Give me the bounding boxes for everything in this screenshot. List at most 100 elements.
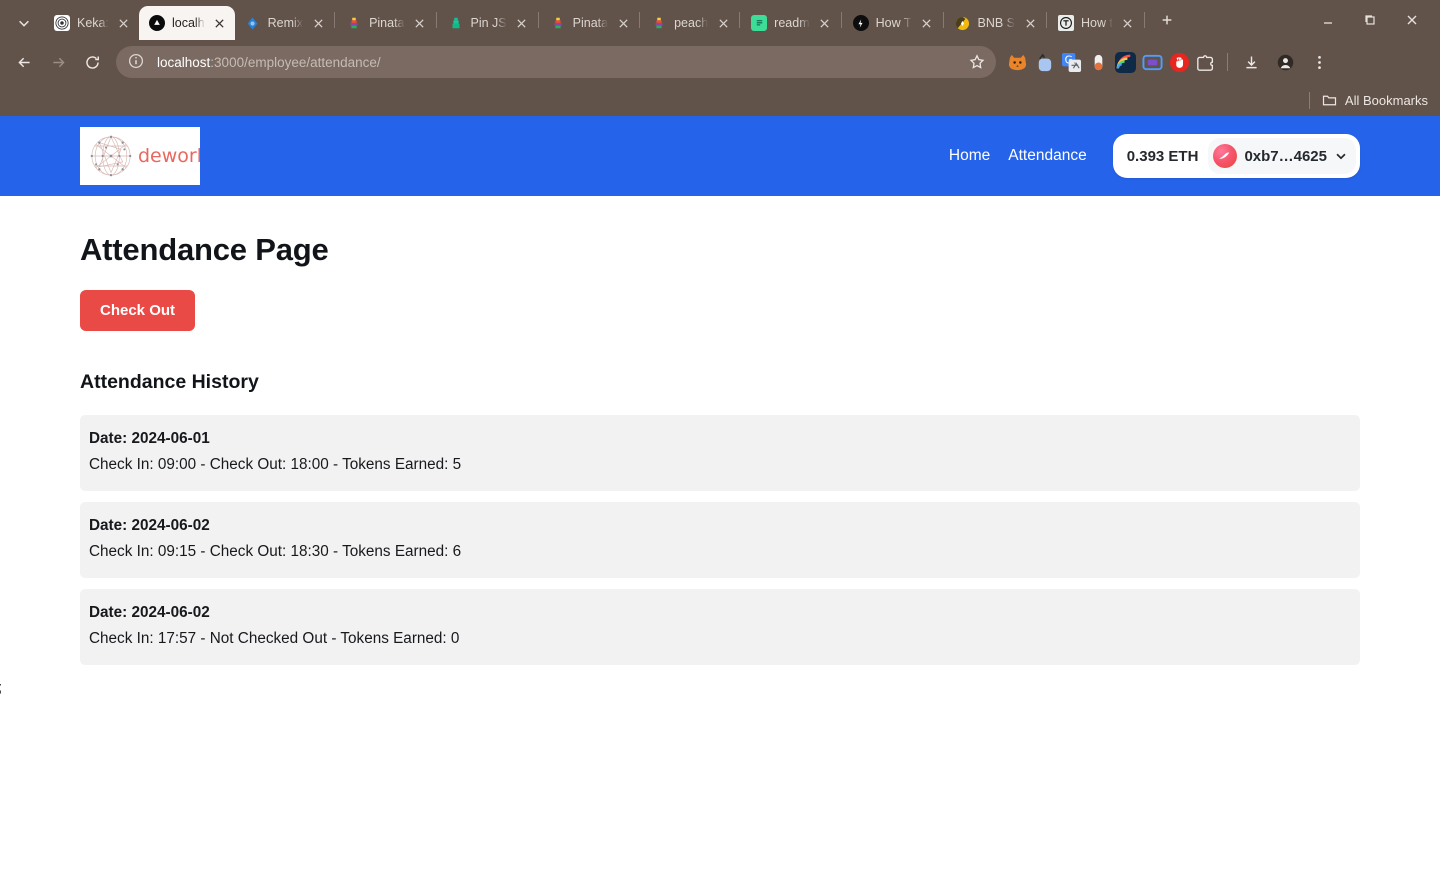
close-icon[interactable] xyxy=(209,12,231,34)
close-icon[interactable] xyxy=(612,12,634,34)
close-icon[interactable] xyxy=(113,12,135,34)
tab-title: localh xyxy=(171,16,205,30)
puzzle-extensions-icon[interactable] xyxy=(1195,51,1217,73)
tab-title: How T xyxy=(875,16,912,30)
wallet-address: 0xb7…4625 xyxy=(1244,147,1327,165)
close-icon[interactable] xyxy=(712,12,734,34)
stray-text: ; xyxy=(0,679,1440,696)
tab-divider xyxy=(435,12,437,28)
pinata-icon xyxy=(346,15,363,31)
record-detail: Check In: 17:57 - Not Checked Out - Toke… xyxy=(89,629,460,647)
nav-link-home[interactable]: Home xyxy=(949,147,990,165)
fox-extension-icon[interactable] xyxy=(1006,51,1028,73)
rainbow-wallet-icon[interactable] xyxy=(1114,51,1136,73)
tab-title: Pin JS xyxy=(470,16,507,30)
metamask-extension-icon[interactable] xyxy=(1033,51,1055,73)
browser-tab[interactable]: Remix xyxy=(235,6,333,40)
close-icon[interactable] xyxy=(1117,12,1139,34)
window-controls xyxy=(1308,3,1440,37)
browser-tab[interactable]: How t xyxy=(1048,6,1143,40)
nav-link-attendance[interactable]: Attendance xyxy=(1008,147,1086,165)
tab-title: BNB S xyxy=(977,16,1016,30)
globe-network-icon xyxy=(90,135,132,177)
close-icon[interactable] xyxy=(409,12,431,34)
screen-recorder-icon[interactable] xyxy=(1141,51,1163,73)
all-bookmarks-label: All Bookmarks xyxy=(1344,92,1428,108)
navbar-right: Home Attendance 0.393 ETH 0xb7…4625 xyxy=(949,134,1360,178)
google-translate-icon[interactable]: G xyxy=(1060,51,1082,73)
close-icon[interactable] xyxy=(814,12,836,34)
site-info-icon[interactable] xyxy=(128,53,146,71)
tab-title: Pinata xyxy=(369,16,405,30)
browser-tab-active[interactable]: localh xyxy=(138,6,235,40)
close-icon[interactable] xyxy=(307,12,329,34)
url-path: :3000/employee/attendance/ xyxy=(210,54,381,70)
downloads-icon[interactable] xyxy=(1235,46,1267,78)
wallet-account-chip[interactable]: 0xb7…4625 xyxy=(1208,138,1356,174)
browser-tab[interactable]: Pin JS xyxy=(438,6,537,40)
record-detail: Check In: 09:00 - Check Out: 18:00 - Tok… xyxy=(89,456,462,474)
dework-wordmark: dework xyxy=(138,145,200,167)
browser-toolbar: localhost:3000/employee/attendance/ G xyxy=(0,40,1440,84)
check-out-button[interactable]: Check Out xyxy=(80,290,196,331)
tab-title: Pinata xyxy=(572,16,609,30)
attendance-record-row: Date: 2024-06-01 Check In: 09:00 - Check… xyxy=(80,415,1360,491)
browser-tab[interactable]: Pinata xyxy=(336,6,434,40)
browser-tab[interactable]: How T xyxy=(843,6,942,40)
attendance-history-list: Date: 2024-06-01 Check In: 09:00 - Check… xyxy=(80,415,1360,665)
browser-tab[interactable]: peach xyxy=(641,6,738,40)
tab-divider xyxy=(334,12,336,28)
close-window-button[interactable] xyxy=(1392,3,1432,37)
close-icon[interactable] xyxy=(916,12,938,34)
browser-tab[interactable]: Pinata xyxy=(540,6,638,40)
close-icon[interactable] xyxy=(511,12,533,34)
browser-chrome: Keka: localh Remix Pinata Pin JS Pinata … xyxy=(0,0,1440,116)
extensions-bar: G xyxy=(1006,51,1233,73)
record-date: Date: 2024-06-02 xyxy=(89,516,210,534)
wallet-connect-button[interactable]: 0.393 ETH 0xb7…4625 xyxy=(1112,134,1360,178)
bookmark-star-icon[interactable] xyxy=(964,49,990,75)
chrome-menu-icon[interactable] xyxy=(1303,46,1335,78)
close-icon[interactable] xyxy=(1019,12,1041,34)
tab-divider xyxy=(639,12,641,28)
minimize-button[interactable] xyxy=(1308,3,1348,37)
attendance-record-row: Date: 2024-06-02 Check In: 17:57 - Not C… xyxy=(80,588,1360,665)
tab-search-dropdown-icon[interactable] xyxy=(4,6,44,40)
stop-extension-icon[interactable] xyxy=(1168,51,1190,73)
attendance-history-title: Attendance History xyxy=(80,371,259,393)
browser-tab[interactable]: readm xyxy=(741,6,839,40)
tab-strip: Keka: localh Remix Pinata Pin JS Pinata … xyxy=(0,0,1440,40)
tab-divider xyxy=(840,12,842,28)
capsule-extension-icon[interactable] xyxy=(1087,51,1109,73)
reload-icon[interactable] xyxy=(76,46,108,78)
address-bar[interactable]: localhost:3000/employee/attendance/ xyxy=(116,46,996,78)
chevron-down-icon[interactable] xyxy=(1334,149,1348,163)
keka-icon xyxy=(54,15,70,31)
remix-icon xyxy=(244,15,261,31)
forward-icon[interactable] xyxy=(42,46,74,78)
tab-divider xyxy=(942,12,944,28)
tab-title: Keka: xyxy=(77,16,109,30)
new-tab-button[interactable] xyxy=(1152,5,1182,35)
page-viewport: dework Home Attendance 0.393 ETH 0xb7…46… xyxy=(0,116,1440,873)
attendance-record-row: Date: 2024-06-02 Check In: 09:15 - Check… xyxy=(80,501,1360,578)
folder-icon xyxy=(1322,95,1337,105)
maximize-button[interactable] xyxy=(1350,3,1390,37)
wallet-avatar-icon xyxy=(1213,144,1238,168)
readme-icon xyxy=(751,15,768,31)
site-navbar: dework Home Attendance 0.393 ETH 0xb7…46… xyxy=(0,116,1440,196)
browser-tab[interactable]: Keka: xyxy=(44,6,139,40)
dework-logo[interactable]: dework xyxy=(80,127,200,185)
bnb-icon xyxy=(954,15,971,31)
all-bookmarks-button[interactable]: All Bookmarks xyxy=(1322,93,1428,108)
tab-title: How t xyxy=(1081,16,1113,30)
browser-tab[interactable]: BNB S xyxy=(945,6,1046,40)
toolbar-divider xyxy=(1227,53,1228,71)
back-icon[interactable] xyxy=(8,46,40,78)
tab-divider xyxy=(537,12,539,28)
wallet-balance: 0.393 ETH xyxy=(1126,147,1199,165)
record-detail: Check In: 09:15 - Check Out: 18:30 - Tok… xyxy=(89,543,462,561)
pinata-icon xyxy=(651,15,668,31)
page-content: Attendance Page Check Out Attendance His… xyxy=(0,196,1440,665)
profile-avatar-icon[interactable] xyxy=(1269,46,1301,78)
